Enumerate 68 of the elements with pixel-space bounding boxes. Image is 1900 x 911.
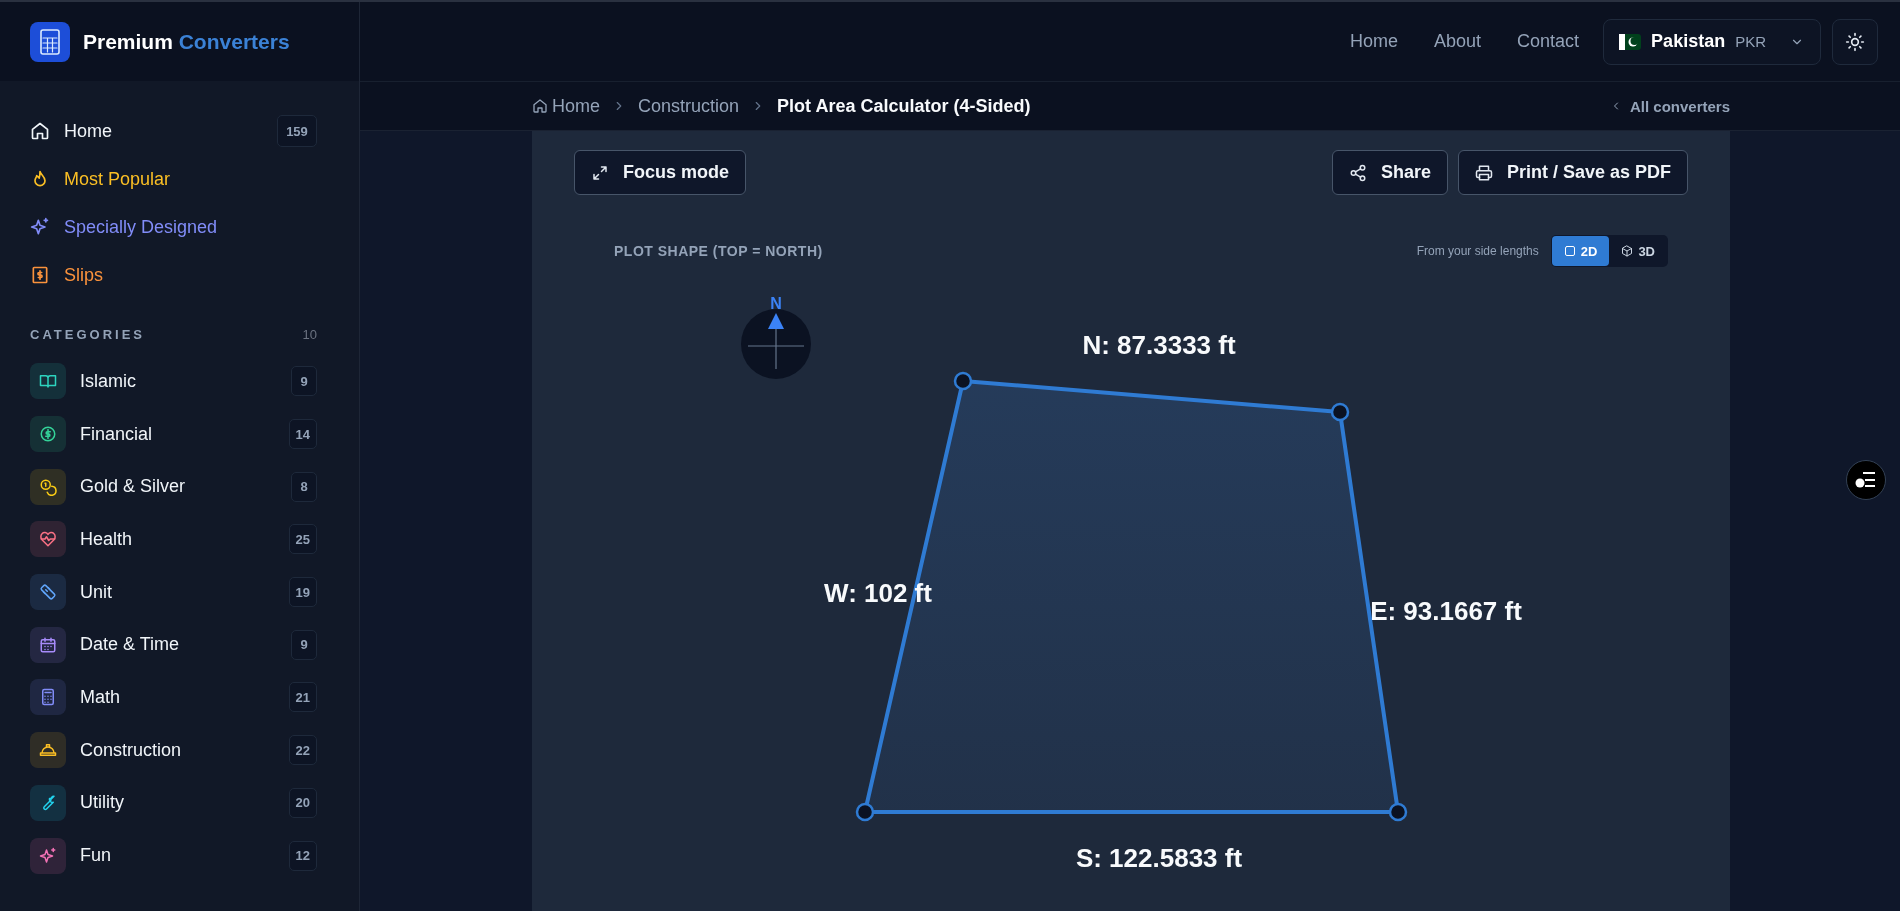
category-item[interactable]: Unit 19 <box>30 565 359 619</box>
category-item[interactable]: Fun 12 <box>30 829 359 882</box>
nav-link[interactable]: Contact <box>1517 31 1580 52</box>
view-toggle[interactable]: 3D <box>1609 236 1667 266</box>
current-page-title: Plot Area Calculator (4-Sided) <box>777 95 1031 117</box>
side-length-label: E: 93.1667 ft <box>1370 596 1522 626</box>
vertex-handle[interactable] <box>855 802 875 822</box>
category-item[interactable]: Gold & Silver 8 <box>30 460 359 514</box>
vertex-handle[interactable] <box>953 371 973 391</box>
breadcrumb-link[interactable]: Construction <box>638 95 740 117</box>
count-badge: 20 <box>288 787 317 818</box>
count-badge: 14 <box>288 419 317 450</box>
share-button[interactable]: Share <box>1331 150 1448 195</box>
side-length-label: N: 87.3333 ft <box>1082 330 1236 360</box>
vertex-handle[interactable] <box>1388 802 1408 822</box>
count-badge: 12 <box>288 840 317 871</box>
category-item[interactable]: Construction 22 <box>30 723 359 777</box>
view-toggle[interactable]: 2D <box>1551 236 1610 266</box>
vertex-handle[interactable] <box>1330 402 1350 422</box>
share-icon <box>1348 163 1367 182</box>
side-length-label: S: 122.5833 ft <box>1075 843 1243 873</box>
receipt-icon <box>30 265 50 285</box>
category-item[interactable]: Utility 20 <box>30 776 359 830</box>
hint-text: From your side lengths <box>1416 244 1539 258</box>
home-icon <box>30 121 50 141</box>
home-icon <box>532 98 548 114</box>
count-badge: 19 <box>288 577 317 608</box>
sidebar-item[interactable]: Home 159 <box>30 107 359 155</box>
count-badge: 9 <box>291 366 317 397</box>
category-item[interactable]: Math 21 <box>30 671 359 724</box>
sidebar-item[interactable]: Specially Designed <box>30 203 359 251</box>
sparkle-icon <box>30 217 50 237</box>
filter-list-icon <box>1855 471 1877 489</box>
all-converters-link[interactable]: All converters <box>1609 97 1730 115</box>
print-button[interactable]: Print / Save as PDF <box>1457 150 1688 195</box>
brand-name[interactable]: Premium Converters <box>83 29 290 54</box>
count-badge: 9 <box>291 629 317 660</box>
category-count: 10 <box>302 326 317 342</box>
theme-toggle-button[interactable] <box>1832 18 1878 65</box>
side-length-label: W: 102 ft <box>824 578 932 608</box>
pakistan-flag-icon <box>1619 33 1642 50</box>
focus-mode-button[interactable]: Focus mode <box>574 150 746 195</box>
printer-icon <box>1474 163 1493 182</box>
category-item[interactable]: Date & Time 9 <box>30 618 359 672</box>
sun-icon <box>1845 31 1865 52</box>
cube-icon <box>1621 245 1634 257</box>
breadcrumb-link[interactable]: Home <box>532 95 600 117</box>
category-item[interactable]: Financial 14 <box>30 407 359 461</box>
count-badge: 159 <box>277 115 317 147</box>
square-icon <box>1563 245 1576 257</box>
nav-link[interactable]: Home <box>1350 31 1398 52</box>
country-selector[interactable]: Pakistan PKR <box>1603 18 1821 65</box>
sidebar-item[interactable]: Most Popular <box>30 155 359 203</box>
count-badge: 25 <box>288 524 317 555</box>
section-heading: CATEGORIES <box>30 326 145 342</box>
section-heading: PLOT SHAPE (TOP = NORTH) <box>614 243 823 259</box>
expand-icon <box>591 163 609 182</box>
filter-list-button[interactable] <box>1846 460 1886 500</box>
category-item[interactable]: Islamic 9 <box>30 355 359 408</box>
calculator-logo-icon <box>30 21 70 62</box>
category-item[interactable]: Health 25 <box>30 513 359 566</box>
sidebar-item[interactable]: Slips <box>30 251 359 299</box>
compass-north-label: N <box>770 295 782 312</box>
count-badge: 22 <box>288 735 317 766</box>
count-badge: 8 <box>291 471 317 502</box>
nav-link[interactable]: About <box>1434 31 1482 52</box>
count-badge: 21 <box>288 682 317 713</box>
compass-icon <box>741 309 811 379</box>
